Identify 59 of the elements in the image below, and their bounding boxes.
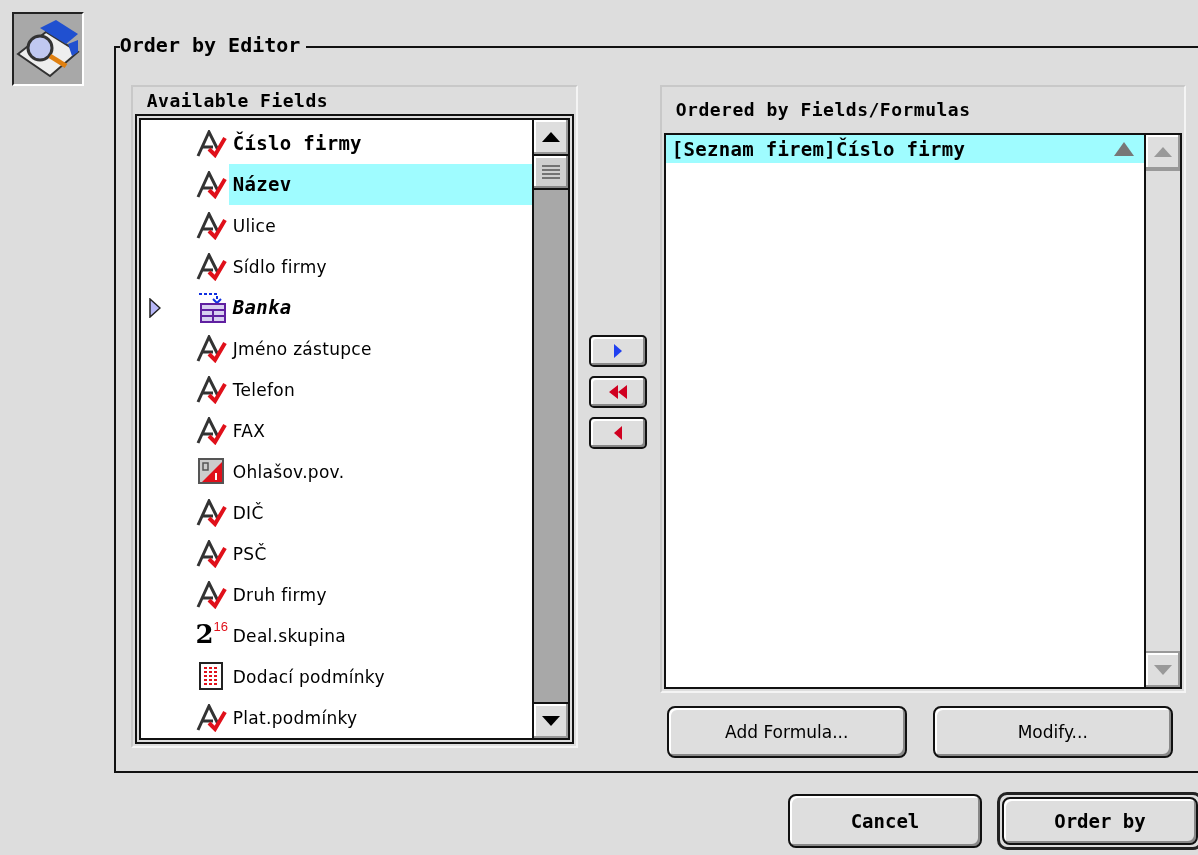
remove-field-button[interactable] xyxy=(588,416,647,449)
field-item[interactable]: Telefon xyxy=(228,369,532,410)
text-field-icon xyxy=(195,375,228,404)
dialog-button[interactable]: Cancel xyxy=(788,794,982,848)
text-field-icon xyxy=(195,416,228,445)
field-item[interactable]: Sídlo firmy xyxy=(228,246,532,287)
scroll-down-button[interactable] xyxy=(533,702,568,738)
text-field-icon xyxy=(195,539,228,568)
add-field-button[interactable] xyxy=(588,334,647,367)
text-field-icon xyxy=(195,211,228,240)
subtable-icon xyxy=(196,291,227,324)
scroll-bar[interactable] xyxy=(1143,135,1180,687)
text-field-icon xyxy=(195,580,228,609)
field-item[interactable]: Druh firmy xyxy=(228,574,532,615)
field-item[interactable]: Jméno zástupce xyxy=(228,328,532,369)
ordered-field-item[interactable]: [Seznam firem]Číslo firmy xyxy=(665,135,1144,163)
default-button[interactable]: Order by xyxy=(1002,797,1198,845)
field-item[interactable]: Dodací podmínky xyxy=(228,656,532,697)
left-arrow-icon xyxy=(613,425,622,440)
up-arrow-icon xyxy=(541,132,560,142)
field-item[interactable]: FAX xyxy=(228,410,532,451)
panel-heading: Available Fields xyxy=(146,91,329,110)
list-field-icon xyxy=(198,661,225,692)
field-item[interactable]: Ulice xyxy=(228,205,532,246)
collapsed-triangle-icon[interactable] xyxy=(148,297,161,318)
text-field-icon xyxy=(195,334,228,363)
field-item[interactable]: Název xyxy=(228,164,532,205)
field-item[interactable]: Číslo firmy xyxy=(228,123,532,164)
scroll-up-button[interactable] xyxy=(1145,135,1180,171)
scroll-bar[interactable] xyxy=(531,120,568,738)
text-field-icon xyxy=(195,129,228,158)
text-field-icon xyxy=(195,703,228,732)
group-title: Order by Editor xyxy=(119,35,307,55)
double-left-arrow-icon xyxy=(608,384,627,399)
modify-button[interactable]: Modify... xyxy=(932,706,1173,758)
boolean-field-icon xyxy=(197,457,226,486)
remove-all-button[interactable] xyxy=(588,375,647,408)
text-field-icon xyxy=(195,252,228,281)
field-item[interactable]: Deal.skupina xyxy=(228,615,532,656)
panel-heading: Ordered by Fields/Formulas xyxy=(675,101,971,119)
text-field-icon xyxy=(195,498,228,527)
up-arrow-icon xyxy=(1153,147,1172,157)
field-item[interactable]: Banka xyxy=(228,287,532,328)
field-item[interactable]: DIČ xyxy=(228,492,532,533)
integer-field-icon: 2$^{16}$ xyxy=(195,618,228,653)
magnifier-on-document-icon xyxy=(15,18,80,80)
scroll-up-button[interactable] xyxy=(533,120,568,156)
field-item[interactable]: Ohlašov.pov. xyxy=(228,451,532,492)
down-arrow-icon xyxy=(1153,665,1172,675)
scroll-down-button[interactable] xyxy=(1145,651,1180,687)
field-item[interactable]: Plat.podmínky xyxy=(228,697,532,738)
ascending-triangle-icon[interactable] xyxy=(1113,142,1134,156)
field-item[interactable]: PSČ xyxy=(228,533,532,574)
grip-icon xyxy=(541,165,560,179)
scroll-thumb[interactable] xyxy=(533,156,568,190)
text-field-icon xyxy=(195,170,228,199)
down-arrow-icon xyxy=(541,716,560,726)
right-arrow-icon xyxy=(613,343,622,358)
add-formula-button[interactable]: Add Formula... xyxy=(666,706,907,758)
